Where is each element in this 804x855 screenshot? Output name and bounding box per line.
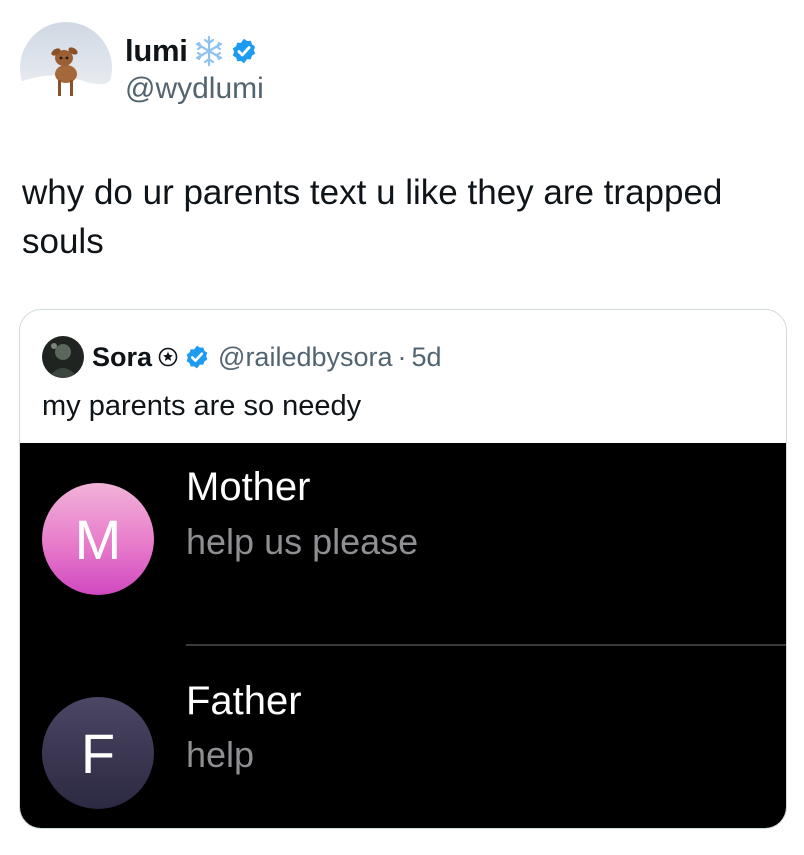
quoted-author-name[interactable]: Sora bbox=[92, 342, 152, 373]
quoted-timestamp[interactable]: 5d bbox=[412, 342, 442, 373]
fawn-avatar-image bbox=[20, 22, 112, 114]
affiliate-badge-icon bbox=[158, 347, 178, 367]
quoted-author-handle[interactable]: @railedbysora bbox=[218, 342, 393, 373]
separator-dot: · bbox=[397, 341, 407, 372]
author-avatar[interactable] bbox=[20, 22, 112, 114]
messages-screenshot-image[interactable]: M Mother help us please F Father help bbox=[20, 443, 786, 828]
snowflake-icon bbox=[195, 35, 222, 67]
quoted-tweet[interactable]: Sora @railedbysora · 5d my parents are s… bbox=[19, 309, 787, 829]
contact-name-father: Father bbox=[186, 679, 302, 723]
row-divider bbox=[186, 644, 786, 646]
verified-badge-icon[interactable] bbox=[230, 37, 258, 65]
author-name-row: lumi bbox=[125, 33, 258, 69]
contact-initial: M bbox=[74, 507, 122, 571]
contact-avatar-father: F bbox=[42, 697, 154, 809]
contact-initial: F bbox=[80, 721, 116, 785]
dark-avatar-image bbox=[42, 336, 84, 378]
author-handle[interactable]: @wydlumi bbox=[125, 72, 264, 106]
quoted-tweet-text: my parents are so needy bbox=[42, 390, 362, 422]
contact-message-mother: help us please bbox=[186, 521, 419, 562]
tweet-text: why do ur parents text u like they are t… bbox=[22, 173, 723, 261]
author-name[interactable]: lumi bbox=[125, 33, 188, 69]
verified-badge-icon[interactable] bbox=[184, 344, 210, 370]
contact-name-mother: Mother bbox=[186, 465, 311, 509]
quoted-author-avatar[interactable] bbox=[42, 336, 84, 378]
contact-avatar-mother: M bbox=[42, 483, 154, 595]
contact-message-father: help bbox=[186, 734, 255, 775]
quoted-tweet-header: Sora @railedbysora · 5d bbox=[42, 336, 442, 378]
